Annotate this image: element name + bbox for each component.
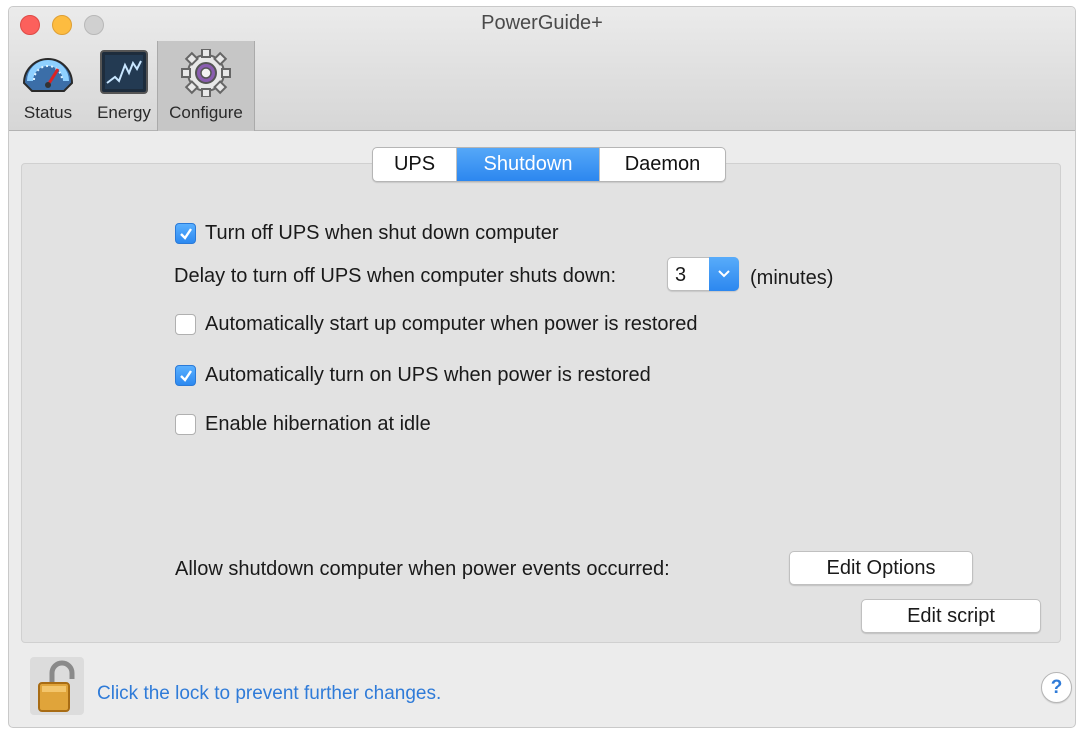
lock-button[interactable] — [30, 657, 84, 715]
unlocked-padlock-icon — [38, 660, 75, 712]
window-title: PowerGuide+ — [481, 12, 603, 34]
help-button[interactable]: ? — [1041, 672, 1072, 703]
energy-graph-icon — [100, 50, 148, 94]
titlebar: PowerGuide+ Status Energy Configure — [9, 7, 1075, 131]
auto-turn-on-label: Automatically turn on UPS when power is … — [205, 364, 651, 386]
checkmark-icon — [179, 369, 192, 382]
auto-startup-label: Automatically start up computer when pow… — [205, 313, 698, 335]
shutdown-events-label: Allow shutdown computer when power event… — [175, 558, 670, 580]
hibernation-checkbox[interactable] — [175, 414, 196, 435]
turn-off-ups-row[interactable]: Turn off UPS when shut down computer — [175, 222, 559, 245]
delay-minutes-select[interactable]: 3 — [667, 257, 739, 291]
toolbar-item-label: Energy — [97, 103, 151, 122]
delay-label: Delay to turn off UPS when computer shut… — [174, 265, 617, 287]
toolbar-item-label: Configure — [169, 103, 243, 122]
toolbar-item-status[interactable]: Status — [13, 41, 83, 131]
toolbar-item-label: Status — [23, 103, 73, 122]
toolbar-item-energy[interactable]: Energy — [89, 41, 159, 131]
auto-startup-row[interactable]: Automatically start up computer when pow… — [175, 313, 697, 336]
tab-ups[interactable]: UPS — [373, 148, 457, 181]
auto-turn-on-row[interactable]: Automatically turn on UPS when power is … — [175, 364, 651, 387]
tab-shutdown[interactable]: Shutdown — [457, 148, 599, 181]
auto-startup-checkbox[interactable] — [175, 314, 196, 335]
edit-options-button[interactable]: Edit Options — [789, 551, 973, 585]
gear-icon — [181, 49, 231, 97]
gauge-icon — [22, 58, 74, 92]
tab-bar: UPS Shutdown Daemon — [372, 147, 726, 182]
hibernation-label: Enable hibernation at idle — [205, 413, 431, 435]
turn-off-ups-label: Turn off UPS when shut down computer — [205, 222, 559, 244]
hibernation-row[interactable]: Enable hibernation at idle — [175, 413, 431, 436]
app-window: PowerGuide+ Status Energy Configure UPS … — [8, 6, 1076, 728]
chevron-down-icon — [709, 257, 739, 291]
checkmark-icon — [179, 227, 192, 240]
edit-script-button[interactable]: Edit script — [861, 599, 1041, 633]
tab-daemon[interactable]: Daemon — [599, 148, 725, 181]
auto-turn-on-checkbox[interactable] — [175, 365, 196, 386]
lock-status-link[interactable]: Click the lock to prevent further change… — [97, 683, 441, 705]
delay-unit: (minutes) — [750, 267, 834, 289]
turn-off-ups-checkbox[interactable] — [175, 223, 196, 244]
toolbar-item-configure[interactable]: Configure — [157, 41, 255, 131]
delay-value: 3 — [675, 264, 687, 286]
